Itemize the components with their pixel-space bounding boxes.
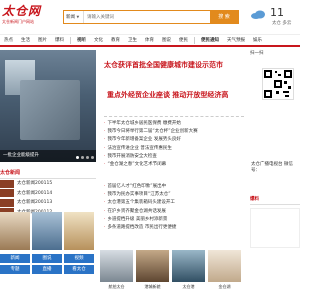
nav-item-culture[interactable]: 文化 — [94, 37, 103, 43]
nav-item-entertainment[interactable]: 娱乐 — [253, 37, 262, 43]
nav-item-hot[interactable]: 热点 — [4, 37, 13, 43]
slide-dot[interactable] — [86, 156, 89, 159]
list-item-label: 太仓新闻200115 — [17, 181, 53, 186]
search-category-label: 新闻 — [66, 15, 75, 20]
slide-dot[interactable] — [91, 156, 94, 159]
report-panel — [250, 208, 300, 248]
list-item[interactable]: 法治宣传进企业 普法宣传惠民生 — [104, 145, 244, 153]
category-button[interactable]: 专题 — [0, 265, 30, 274]
nav-item-sports[interactable]: 体育 — [145, 37, 154, 43]
section-header[interactable]: 爆料 — [250, 196, 300, 205]
chevron-down-icon: ▼ — [76, 15, 80, 19]
video-thumbnail — [0, 198, 14, 207]
nav-item-health[interactable]: 卫生 — [128, 37, 137, 43]
right-panel: 扫一扫 — [250, 50, 300, 58]
nav-item-illustrated[interactable]: 图说 — [162, 37, 171, 43]
logo-subtitle: 太仓新闻门户网站 — [2, 19, 34, 24]
weather-text: 太仓 多云 — [272, 21, 292, 26]
list-item[interactable]: 太仓新闻200114 — [0, 189, 96, 199]
photo-caption: 太仓港 — [182, 284, 195, 289]
category-button[interactable]: 图说 — [32, 254, 62, 263]
photo-caption: 金仓湖 — [218, 284, 231, 289]
photo-row: 航拍太仓 港城新貌 太仓港 金仓湖 — [100, 250, 245, 290]
list-item[interactable]: 我市为民办实事项目“江苏太仓” — [104, 191, 244, 199]
search-button[interactable]: 搜 索 — [210, 11, 238, 23]
photo-card[interactable]: 航拍太仓 — [100, 250, 133, 289]
list-item-label: 太仓新闻200113 — [17, 200, 53, 205]
photo-card[interactable]: 太仓港 — [172, 250, 205, 289]
category-button[interactable]: 直播 — [32, 265, 62, 274]
video-gallery — [0, 212, 96, 250]
list-item[interactable]: “金仓湖之春”文化艺术节闭幕 — [104, 161, 244, 169]
qr-code — [262, 68, 294, 100]
section-header[interactable]: 太仓新闻 — [0, 168, 96, 179]
nav-divider — [194, 36, 195, 44]
headline[interactable]: 太仓获评首批全国健康城市建设示范市 — [104, 60, 244, 70]
search-input[interactable] — [84, 10, 209, 24]
cloud-icon — [251, 10, 265, 19]
list-item[interactable]: 在沪乡贤齐聚金仓湖共话发展 — [104, 208, 244, 216]
search-category-select[interactable]: 新闻 ▼ — [64, 11, 84, 23]
local-news-list: 太仓新闻 太仓新闻200115 太仓新闻200114 太仓新闻200113 太仓… — [0, 168, 96, 217]
news-list: 首届亿人才“红色印象”展出中 我市为民办实事项目“江苏太仓” 太仓港第五个集装箱… — [104, 183, 244, 232]
qr-code-icon — [264, 70, 292, 98]
list-item[interactable]: 太仓港第五个集装箱码头建设开工 — [104, 199, 244, 207]
list-item-label: 太仓新闻200114 — [17, 190, 53, 196]
gallery-image[interactable] — [64, 212, 94, 250]
list-item[interactable]: 太仓新闻200113 — [0, 198, 96, 208]
nav-item-life[interactable]: 生活 — [21, 37, 30, 43]
category-buttons: 新闻 图说 视频 专题 直播 看太仓 — [0, 254, 96, 274]
list-item[interactable]: 首届亿人才“红色印象”展出中 — [104, 183, 244, 191]
weather-widget: 11 太仓 多云 — [250, 6, 300, 28]
list-item[interactable]: 太仓新闻200115 — [0, 179, 96, 189]
list-item[interactable]: 下半年太仓城乡居民医保费 缴费开始 — [104, 120, 244, 128]
nav-item-video[interactable]: 视听 — [77, 37, 86, 43]
list-item[interactable]: 乡道提档升级 美丽乡村添新景 — [104, 216, 244, 224]
photo-card[interactable]: 金仓湖 — [208, 250, 241, 289]
slide-machine — [20, 80, 80, 140]
logo-title: 太仓网 — [2, 4, 42, 18]
gallery-image[interactable] — [32, 212, 62, 250]
list-item[interactable]: 我市今年新增备案企业 发展势头良好 — [104, 136, 244, 144]
list-item[interactable]: 我市开展消防安全大检查 — [104, 153, 244, 161]
category-button[interactable]: 视频 — [64, 254, 94, 263]
qr-title: 扫一扫 — [250, 51, 264, 56]
nav-item-service[interactable]: 便民 — [179, 37, 188, 43]
weather-temperature: 11 — [270, 6, 284, 19]
list-item[interactable]: 我市今日将举行第二届“太仓杯”企业创新大赛 — [104, 128, 244, 136]
nav-item-weather[interactable]: 天气预报 — [227, 37, 245, 43]
news-slideshow[interactable]: 一批企业能级提升 — [0, 50, 96, 162]
category-button[interactable]: 看太仓 — [64, 265, 94, 274]
divider — [104, 116, 244, 117]
nav-item-pictures[interactable]: 图片 — [38, 37, 47, 43]
category-button[interactable]: 新闻 — [0, 254, 30, 263]
video-thumbnail — [0, 179, 14, 188]
gallery-image[interactable] — [0, 212, 30, 250]
main-nav: 热点 生活 图片 爆料 视听 文化 教育 卫生 体育 图说 便民 便民通知 天气… — [0, 34, 300, 47]
list-item[interactable]: 多条道路提档改造 市民出行更便捷 — [104, 224, 244, 232]
video-thumbnail — [0, 189, 14, 198]
photo-caption: 港城新貌 — [144, 284, 161, 289]
nav-item-education[interactable]: 教育 — [111, 37, 120, 43]
slide-dot[interactable] — [81, 156, 84, 159]
site-logo[interactable]: 太仓网 太仓新闻门户网站 — [2, 2, 58, 24]
news-list: 下半年太仓城乡居民医保费 缴费开始 我市今日将举行第二届“太仓杯”企业创新大赛 … — [104, 120, 244, 169]
slide-dots — [76, 156, 94, 159]
nav-item-notice[interactable]: 便民通知 — [201, 37, 219, 43]
search-bar: 新闻 ▼ 搜 索 — [63, 10, 239, 24]
nav-item-report[interactable]: 爆料 — [55, 37, 64, 43]
photo-card[interactable]: 港城新貌 — [136, 250, 169, 289]
slide-dot[interactable] — [76, 156, 79, 159]
photo-caption: 航拍太仓 — [108, 284, 125, 289]
nav-divider — [70, 36, 71, 44]
qr-caption: 太仓广播电视台 微信号： — [251, 162, 293, 173]
headline[interactable]: 重点外经贸企业座谈 推动开放型经济高 — [107, 90, 247, 100]
